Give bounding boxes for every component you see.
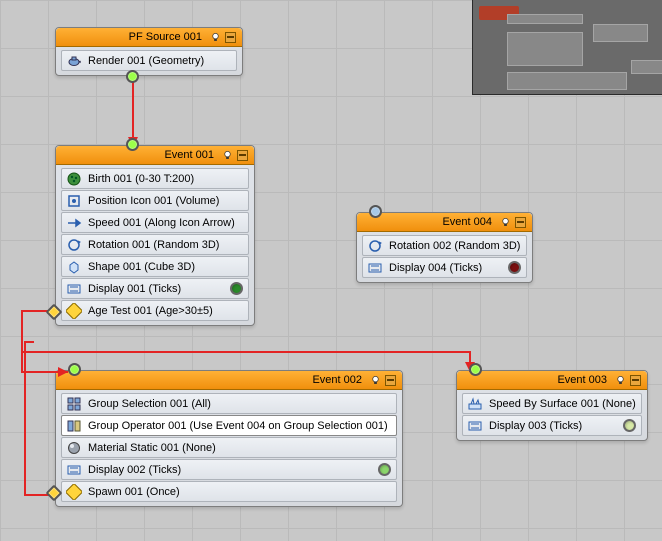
operator-label: Display 003 (Ticks): [489, 420, 582, 432]
collapse-icon[interactable]: [385, 375, 396, 386]
node-event-001[interactable]: Event 001 Birth 001 (0-30 T:200) Positio…: [55, 145, 255, 326]
operator-label: Position Icon 001 (Volume): [88, 195, 219, 207]
spawn-icon: [66, 484, 82, 500]
node-title[interactable]: Event 001: [56, 146, 254, 165]
teapot-icon: [66, 53, 82, 69]
display-color-dot[interactable]: [230, 282, 243, 295]
group-selection-icon: [66, 396, 82, 412]
collapse-icon[interactable]: [630, 375, 641, 386]
speed-by-surface-icon: [467, 396, 483, 412]
collapse-icon[interactable]: [515, 217, 526, 228]
operator-label: Material Static 001 (None): [88, 442, 216, 454]
input-port[interactable]: [369, 205, 382, 218]
operator-display[interactable]: Display 002 (Ticks): [61, 459, 397, 480]
input-port[interactable]: [68, 363, 81, 376]
position-icon: [66, 193, 82, 209]
display-color-dot[interactable]: [508, 261, 521, 274]
node-title[interactable]: Event 003: [457, 371, 647, 390]
operator-label: Rotation 002 (Random 3D): [389, 240, 520, 252]
material-icon: [66, 440, 82, 456]
operator-label: Rotation 001 (Random 3D): [88, 239, 219, 251]
operator-label: Display 001 (Ticks): [88, 283, 181, 295]
operator-group-operator[interactable]: Group Operator 001 (Use Event 004 on Gro…: [61, 415, 397, 436]
title-text: Event 004: [365, 216, 498, 228]
operator-label: Speed By Surface 001 (None): [489, 398, 636, 410]
age-test-icon: [66, 303, 82, 319]
operator-label: Display 004 (Ticks): [389, 262, 482, 274]
operator-label: Spawn 001 (Once): [88, 486, 180, 498]
shape-icon: [66, 259, 82, 275]
operator-display[interactable]: Display 003 (Ticks): [462, 415, 642, 436]
input-port[interactable]: [469, 363, 482, 376]
operator-label: Render 001 (Geometry): [88, 55, 204, 67]
operator-rotation[interactable]: Rotation 002 (Random 3D): [362, 235, 527, 256]
operator-label: Display 002 (Ticks): [88, 464, 181, 476]
collapse-icon[interactable]: [237, 150, 248, 161]
title-text: Event 002: [64, 374, 368, 386]
node-event-004[interactable]: Event 004 Rotation 002 (Random 3D) Displ…: [356, 212, 533, 283]
display-color-dot[interactable]: [378, 463, 391, 476]
display-color-dot[interactable]: [623, 419, 636, 432]
navigator-preview: [472, 0, 662, 95]
operator-speed[interactable]: Speed 001 (Along Icon Arrow): [61, 212, 249, 233]
test-spawn[interactable]: Spawn 001 (Once): [61, 481, 397, 502]
operator-label: Group Selection 001 (All): [88, 398, 211, 410]
operator-label: Shape 001 (Cube 3D): [88, 261, 195, 273]
operator-label: Age Test 001 (Age>30±5): [88, 305, 213, 317]
node-title[interactable]: PF Source 001: [56, 28, 242, 47]
lightbulb-icon[interactable]: [615, 375, 626, 386]
node-event-002[interactable]: Event 002 Group Selection 001 (All) Grou…: [55, 370, 403, 507]
title-text: Event 001: [64, 149, 220, 161]
group-operator-icon: [66, 418, 82, 434]
operator-position[interactable]: Position Icon 001 (Volume): [61, 190, 249, 211]
operator-shape[interactable]: Shape 001 (Cube 3D): [61, 256, 249, 277]
lightbulb-icon[interactable]: [210, 32, 221, 43]
operator-render[interactable]: Render 001 (Geometry): [61, 50, 237, 71]
input-port[interactable]: [126, 138, 139, 151]
speed-icon: [66, 215, 82, 231]
node-title[interactable]: Event 004: [357, 213, 532, 232]
title-text: PF Source 001: [64, 31, 208, 43]
operator-display[interactable]: Display 004 (Ticks): [362, 257, 527, 278]
birth-icon: [66, 171, 82, 187]
lightbulb-icon[interactable]: [222, 150, 233, 161]
operator-group-selection[interactable]: Group Selection 001 (All): [61, 393, 397, 414]
node-title[interactable]: Event 002: [56, 371, 402, 390]
display-icon: [467, 418, 483, 434]
test-age[interactable]: Age Test 001 (Age>30±5): [61, 300, 249, 321]
display-icon: [66, 281, 82, 297]
node-pf-source[interactable]: PF Source 001 Render 001 (Geometry): [55, 27, 243, 76]
operator-speed-by-surface[interactable]: Speed By Surface 001 (None): [462, 393, 642, 414]
rotation-icon: [367, 238, 383, 254]
collapse-icon[interactable]: [225, 32, 236, 43]
operator-label: Group Operator 001 (Use Event 004 on Gro…: [88, 420, 388, 432]
lightbulb-icon[interactable]: [500, 217, 511, 228]
display-icon: [66, 462, 82, 478]
title-text: Event 003: [465, 374, 613, 386]
operator-birth[interactable]: Birth 001 (0-30 T:200): [61, 168, 249, 189]
rotation-icon: [66, 237, 82, 253]
operator-display[interactable]: Display 001 (Ticks): [61, 278, 249, 299]
operator-rotation[interactable]: Rotation 001 (Random 3D): [61, 234, 249, 255]
lightbulb-icon[interactable]: [370, 375, 381, 386]
operator-label: Speed 001 (Along Icon Arrow): [88, 217, 235, 229]
operator-material-static[interactable]: Material Static 001 (None): [61, 437, 397, 458]
output-port[interactable]: [126, 70, 139, 83]
operator-label: Birth 001 (0-30 T:200): [88, 173, 194, 185]
display-icon: [367, 260, 383, 276]
node-event-003[interactable]: Event 003 Speed By Surface 001 (None) Di…: [456, 370, 648, 441]
